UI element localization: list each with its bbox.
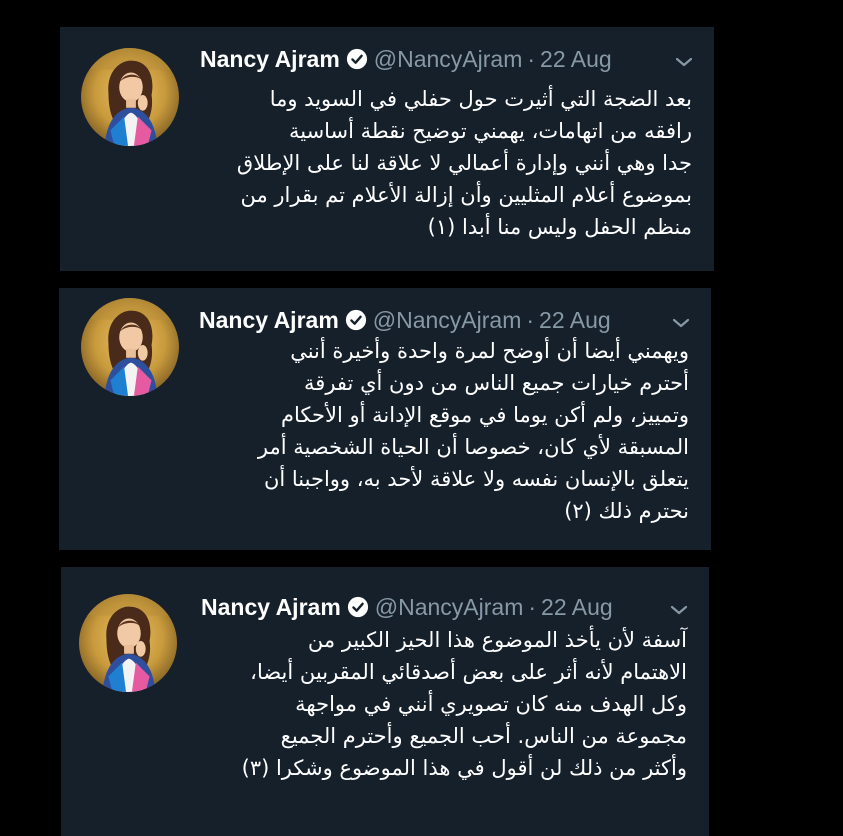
tweet-text-line: أحترم خيارات جميع الناس من دون أي تفرقة	[304, 371, 689, 395]
chevron-down-icon[interactable]	[674, 55, 694, 69]
tweet-text: آسفة لأن يأخذ الموضوع هذا الحيز الكبير م…	[199, 624, 687, 784]
avatar[interactable]	[81, 48, 179, 146]
tweet-text-line: وأكثر من ذلك لن أقول في هذا الموضوع وشكر…	[241, 756, 687, 780]
author-name[interactable]: Nancy Ajram	[200, 46, 340, 73]
avatar[interactable]	[79, 594, 177, 692]
tweet-text-line: المسبقة لأي كان، خصوصا أن الحياة الشخصية…	[257, 435, 689, 459]
tweet-text-line: جدا وهي أنني وإدارة أعمالي لا علاقة لنا …	[236, 151, 692, 175]
tweet-text-line: الاهتمام لأنه أثر على بعض أصدقائي المقرب…	[250, 660, 687, 684]
meta-separator: ·	[528, 593, 537, 620]
author-handle[interactable]: @NancyAjram	[374, 46, 523, 73]
tweet-text-line: يتعلق بالإنسان نفسه ولا علاقة لأحد به، و…	[263, 467, 689, 491]
chevron-down-icon[interactable]	[671, 316, 691, 330]
tweet-text-line: رافقه من اتهامات، يهمني توضيح نقطة أساسي…	[288, 119, 692, 143]
avatar[interactable]	[81, 298, 179, 396]
tweet-text-line: نحترم ذلك (٢)	[564, 499, 689, 523]
tweet-date[interactable]: 22 Aug	[540, 46, 612, 73]
tweet-text: ويهمني أيضا أن أوضح لمرة واحدة وأخيرة أن…	[197, 335, 689, 527]
author-name[interactable]: Nancy Ajram	[199, 307, 339, 334]
tweet-text: بعد الضجة التي أثيرت حول حفلي في السويد …	[198, 83, 692, 243]
author-handle[interactable]: @NancyAjram	[373, 307, 522, 334]
tweet-header: Nancy Ajram @NancyAjram · 22 Aug	[199, 305, 611, 335]
verified-badge-icon	[347, 596, 369, 618]
tweet-date[interactable]: 22 Aug	[539, 307, 611, 334]
verified-badge-icon	[346, 48, 368, 70]
tweet-text-line: بعد الضجة التي أثيرت حول حفلي في السويد …	[269, 87, 692, 111]
chevron-down-icon[interactable]	[669, 603, 689, 617]
tweet-text-line: آسفة لأن يأخذ الموضوع هذا الحيز الكبير م…	[307, 628, 687, 652]
tweet-text-line: منظم الحفل وليس منا أبدا (١)	[427, 215, 692, 239]
tweet-header: Nancy Ajram @NancyAjram · 22 Aug	[200, 44, 612, 74]
tweet-text-line: ويهمني أيضا أن أوضح لمرة واحدة وأخيرة أن…	[290, 339, 689, 363]
meta-separator: ·	[526, 306, 535, 333]
verified-badge-icon	[345, 309, 367, 331]
tweet-text-line: بموضوع أعلام المثليين وأن إزالة الأعلام …	[240, 183, 693, 207]
tweet-text-line: مجموعة من الناس. أحب الجميع وأحترم الجمي…	[280, 724, 687, 748]
tweet-header: Nancy Ajram @NancyAjram · 22 Aug	[201, 592, 613, 622]
tweet-text-line: وتمييز، ولم أكن يوما في موقع الإدانة أو …	[281, 403, 689, 427]
tweet-date[interactable]: 22 Aug	[541, 594, 613, 621]
author-name[interactable]: Nancy Ajram	[201, 594, 341, 621]
meta-separator: ·	[527, 45, 536, 72]
tweet-card[interactable]: Nancy Ajram @NancyAjram · 22 Aug بعد الض…	[60, 27, 714, 271]
tweet-card[interactable]: Nancy Ajram @NancyAjram · 22 Aug آسفة لأ…	[61, 567, 709, 836]
tweet-card[interactable]: Nancy Ajram @NancyAjram · 22 Aug ويهمني …	[59, 288, 711, 550]
tweet-text-line: وكل الهدف منه كان تصويري أنني في مواجهة	[295, 692, 687, 716]
author-handle[interactable]: @NancyAjram	[375, 594, 524, 621]
